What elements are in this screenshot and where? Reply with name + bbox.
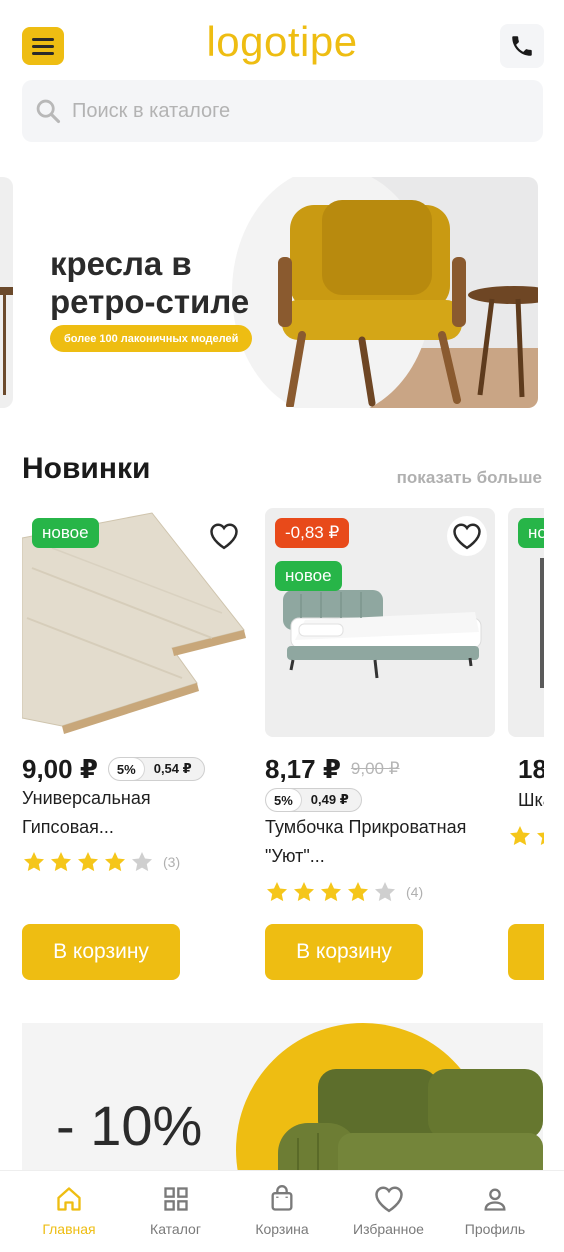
product-price: 8,17 ₽ [265,753,341,784]
banner-prev-slide[interactable] [0,177,13,408]
review-count: (3) [163,854,181,870]
hero-banner[interactable]: кресла в ретро-стиле более 100 лаконичны… [22,177,538,408]
old-price: 9,00 ₽ [350,759,400,778]
promo-text: - 10% [56,1094,203,1157]
star-icon [537,832,544,845]
star-icon [24,852,44,872]
search-icon [36,99,61,124]
search-bar[interactable] [22,80,543,142]
add-to-cart-button[interactable]: В корзину [22,924,180,980]
product-name[interactable]: Тумбочка Прикроватная "Уют"... [265,813,505,871]
star-icon [348,882,368,902]
side-table-image [468,286,538,398]
banner-pill: более 100 лаконичных моделей [50,325,253,352]
show-more-link[interactable]: показать больше [397,468,542,488]
product-name[interactable]: Шка [518,786,544,815]
tab-favorites[interactable]: Избранное [336,1171,442,1252]
rating-stars: (3) [22,850,180,874]
product-card[interactable]: новое 9,00 ₽ 5% 0,54 ₽ Универсальная Гип… [22,508,252,980]
banner-title: кресла в ретро-стиле [50,245,250,320]
star-icon [321,882,341,902]
logo[interactable]: logotipe [0,18,564,66]
discount-badge: -0,83 ₽ [275,518,350,548]
product-image[interactable]: новое [508,508,544,737]
promo-banner[interactable]: - 10% [22,1023,543,1183]
armchair-image [278,200,466,407]
heart-icon [210,523,238,550]
tab-catalog[interactable]: Каталог [123,1171,229,1252]
tab-cart[interactable]: Корзина [229,1171,335,1252]
favorite-button[interactable] [447,516,487,556]
rating-stars: (4) [265,880,423,904]
heart-icon [453,523,481,550]
phone-button[interactable] [500,24,544,68]
star-icon [267,882,287,902]
favorite-button[interactable] [204,516,244,556]
new-badge: новое [275,561,342,591]
product-card[interactable]: -0,83 ₽ новое 8,17 ₽ 9,00 ₽ 5% 0,49 ₽ Ту… [265,508,495,980]
star-icon [294,882,314,902]
home-icon [57,1187,81,1211]
header: logotipe [0,0,564,76]
star-empty-icon [132,852,152,872]
product-image[interactable]: новое [22,508,252,737]
product-price: 9,00 ₽ [22,753,98,784]
tab-home[interactable]: Главная [16,1171,122,1252]
product-price: 18, [518,754,544,784]
bonus-badge: 5% 0,49 ₽ [265,788,362,812]
product-name[interactable]: Универсальная Гипсовая... [22,784,252,842]
star-icon [78,852,98,872]
add-to-cart-button[interactable]: В корзину [265,924,423,980]
bottom-tab-bar: Главная Каталог Корзина Избранное Профил… [0,1170,564,1252]
sofa-image [278,1069,543,1183]
bonus-badge: 5% 0,54 ₽ [107,757,205,781]
review-count: (4) [406,884,424,900]
product-card-clipped[interactable]: новое 18, Шка [508,508,544,988]
new-badge: новое [518,518,544,548]
shopping-bag-icon [271,1185,293,1211]
heart-icon [374,1186,403,1213]
search-input[interactable] [72,99,492,123]
new-badge: новое [32,518,99,548]
tab-profile[interactable]: Профиль [442,1171,548,1252]
section-title: Новинки [22,452,151,485]
grid-icon [163,1187,188,1211]
star-icon [51,852,71,872]
phone-icon [512,36,532,56]
star-empty-icon [375,882,395,902]
user-icon [484,1188,506,1211]
add-to-cart-button[interactable] [508,924,544,980]
product-image[interactable]: -0,83 ₽ новое [265,508,495,737]
star-icon [510,826,530,846]
star-icon [105,852,125,872]
